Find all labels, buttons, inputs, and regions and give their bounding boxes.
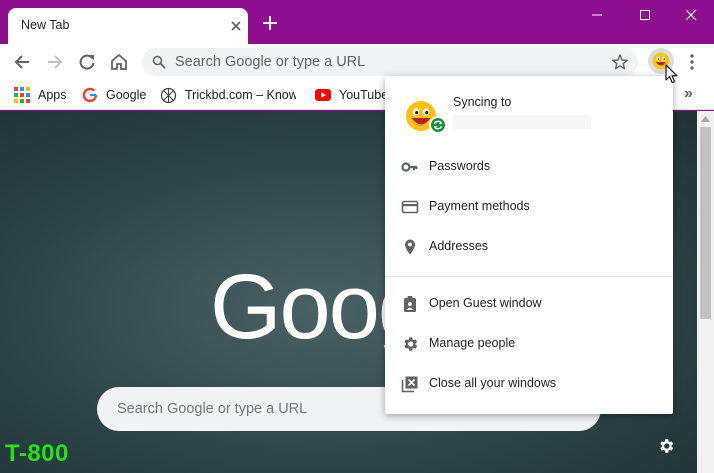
sync-account-email (453, 115, 591, 129)
menu-item-label: Close all your windows (429, 376, 557, 390)
close-window-icon[interactable] (680, 6, 702, 24)
menu-item-label: Manage people (429, 336, 516, 350)
tab-close-icon[interactable] (229, 19, 243, 33)
youtube-icon (315, 89, 331, 101)
minimize-icon[interactable] (586, 6, 608, 24)
menu-item-close-all-windows[interactable]: Close all your windows (385, 364, 673, 404)
bookmark-label: Trickbd.com – Know f (185, 88, 296, 102)
location-pin-icon (405, 239, 415, 255)
maximize-icon[interactable] (634, 6, 656, 24)
bookmark-label: Google (106, 88, 147, 102)
scrollbar-thumb[interactable] (700, 127, 711, 319)
menu-item-label: Payment methods (429, 199, 530, 213)
guest-badge-icon (404, 296, 416, 312)
menu-item-label: Passwords (429, 159, 491, 173)
google-g-icon (82, 87, 98, 103)
tab-new-tab[interactable]: New Tab (8, 8, 248, 44)
address-bar-placeholder: Search Google or type a URL (175, 54, 366, 70)
watermark-text: T-800 (5, 440, 69, 467)
key-icon (401, 162, 418, 172)
sync-label: Syncing to (453, 95, 512, 109)
bookmark-apps[interactable]: Apps (14, 86, 67, 104)
ntp-search-placeholder: Search Google or type a URL (117, 401, 308, 417)
menu-item-label: Open Guest window (429, 296, 542, 310)
forward-arrow-icon[interactable] (44, 51, 66, 73)
bookmark-label: Apps (38, 88, 67, 102)
bookmark-youtube[interactable]: YouTube (315, 86, 388, 104)
kebab-menu-icon[interactable] (687, 53, 697, 71)
page-scrollbar[interactable] (697, 111, 714, 473)
new-tab-plus-icon[interactable] (262, 15, 278, 31)
apps-grid-icon (14, 87, 30, 103)
close-windows-icon (401, 376, 418, 393)
menu-item-passwords[interactable]: Passwords (385, 147, 673, 187)
sync-arrows-icon (433, 120, 443, 130)
search-icon (152, 55, 166, 69)
bookmark-google[interactable]: Google (82, 86, 146, 104)
bookmark-trickbd[interactable]: Trickbd.com – Know f (160, 86, 296, 104)
customize-gear-icon[interactable] (657, 437, 675, 455)
credit-card-icon (401, 200, 419, 214)
profile-menu: Syncing to Passwords Payment methods Add… (385, 76, 673, 414)
tab-title: New Tab (21, 18, 70, 32)
home-icon[interactable] (108, 51, 130, 73)
menu-item-payment-methods[interactable]: Payment methods (385, 187, 673, 227)
menu-item-open-guest-window[interactable]: Open Guest window (385, 284, 673, 324)
mouse-cursor-icon (665, 64, 678, 84)
bookmark-star-icon[interactable] (611, 53, 629, 71)
back-arrow-icon[interactable] (11, 51, 33, 73)
scroll-up-arrow-icon[interactable] (701, 116, 710, 122)
address-bar[interactable]: Search Google or type a URL (142, 48, 638, 76)
bookmarks-overflow-chevron-icon[interactable]: » (684, 85, 693, 103)
sync-status-badge (429, 116, 447, 134)
gear-icon (404, 337, 418, 351)
toolbar: Search Google or type a URL (0, 44, 714, 80)
menu-divider (385, 276, 673, 277)
menu-item-label: Addresses (429, 239, 489, 253)
tab-strip: New Tab (0, 0, 714, 44)
menu-item-addresses[interactable]: Addresses (385, 227, 673, 267)
trickbd-icon (160, 87, 177, 103)
bookmark-label: YouTube (339, 88, 389, 102)
menu-item-manage-people[interactable]: Manage people (385, 324, 673, 364)
reload-icon[interactable] (76, 51, 98, 73)
